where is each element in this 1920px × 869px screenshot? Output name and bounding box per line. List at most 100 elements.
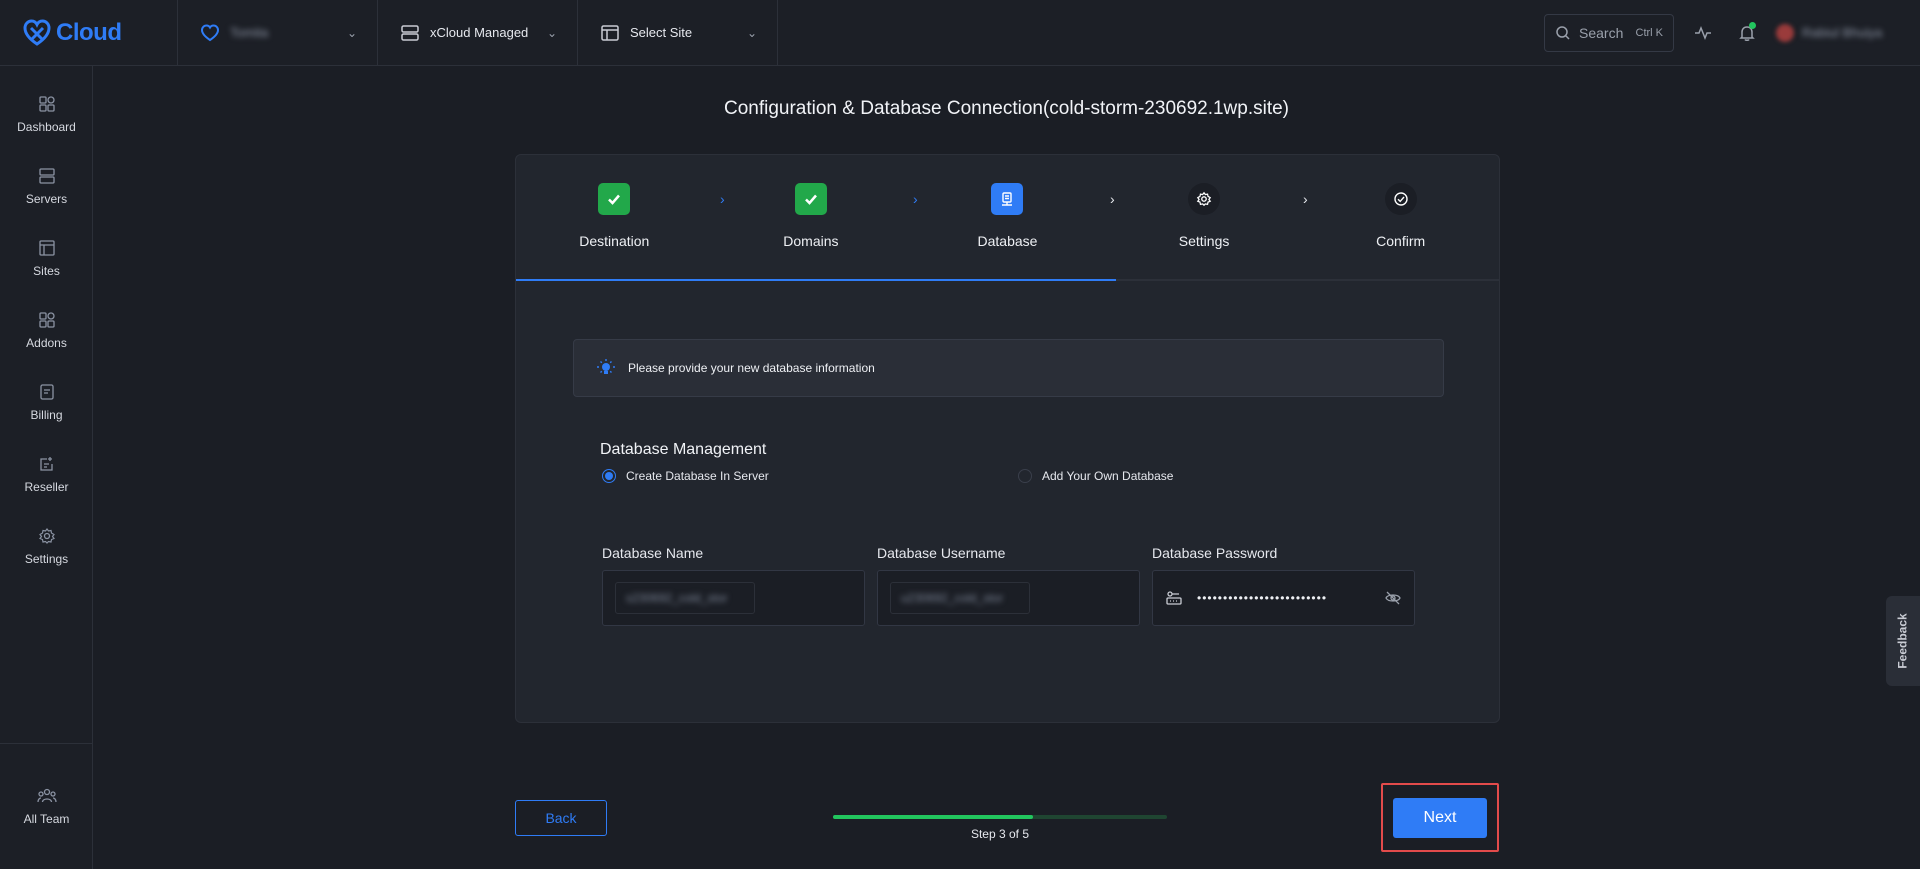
sidebar-item-label: Servers — [25, 191, 68, 206]
notifications-button[interactable] — [1732, 18, 1762, 48]
page-title: Configuration & Database Connection(cold… — [723, 98, 1290, 119]
reseller-icon — [39, 456, 53, 471]
step-settings[interactable]: Settings — [1106, 155, 1303, 279]
chevron-right-icon: › — [1110, 191, 1115, 207]
stepper-progress-line — [516, 279, 1116, 281]
gear-icon — [1188, 183, 1221, 215]
input-value: s230692_cold_stor — [626, 591, 728, 605]
step-database[interactable]: Database — [909, 155, 1106, 279]
chevron-right-icon: › — [1303, 191, 1308, 207]
info-alert: Please provide your new database informa… — [573, 339, 1444, 397]
sidebar-item-label: Reseller — [24, 479, 69, 494]
next-button[interactable]: Next — [1393, 797, 1487, 838]
step-label: Database — [977, 233, 1038, 249]
back-button[interactable]: Back — [515, 800, 607, 836]
search-label: Search — [1579, 24, 1624, 41]
input-value-container: u230692_cold_stor — [890, 582, 1030, 614]
top-bar: Cloud Tomita ⌄ xCloud Managed ⌄ Select S… — [0, 0, 1920, 66]
database-password-input[interactable]: ••••••••••••••••••••••••• — [1152, 570, 1415, 626]
input-value-container: s230692_cold_stor — [615, 582, 755, 614]
sidebar-item-reseller[interactable]: Reseller — [0, 438, 93, 510]
wizard-footer: Back Step 3 of 5 Next — [515, 783, 1500, 852]
site-name: Select Site — [630, 25, 693, 40]
billing-icon — [39, 383, 54, 400]
sidebar-item-dashboard[interactable]: Dashboard — [0, 78, 93, 150]
radio-button-selected[interactable] — [602, 469, 616, 483]
notification-dot — [1749, 21, 1756, 29]
stepper: Destination Domains Database Settings Co… — [516, 155, 1499, 281]
step-destination[interactable]: Destination — [516, 155, 713, 279]
sidebar-item-servers[interactable]: Servers — [0, 150, 93, 222]
radio-label: Create Database In Server — [626, 469, 769, 483]
sidebar-bottom: All Team — [0, 743, 93, 869]
password-generator-icon[interactable] — [1165, 589, 1183, 607]
avatar — [1776, 23, 1794, 42]
search-shortcut: Ctrl K — [1635, 26, 1664, 39]
wizard-card: Destination Domains Database Settings Co… — [515, 154, 1500, 723]
sidebar-item-settings[interactable]: Settings — [0, 510, 93, 582]
feedback-tab[interactable]: Feedback — [1886, 596, 1920, 686]
logo[interactable]: Cloud — [0, 0, 178, 66]
server-icon — [38, 167, 55, 184]
eye-off-icon[interactable] — [1384, 589, 1402, 607]
step-label: Domains — [783, 233, 839, 249]
dashboard-icon — [38, 95, 55, 112]
password-value: ••••••••••••••••••••••••• — [1197, 591, 1328, 605]
team-name: Tomita — [230, 25, 269, 40]
field-label: Database Password — [1152, 545, 1278, 561]
field-label: Database Username — [877, 545, 1006, 561]
radio-create-database[interactable]: Create Database In Server — [602, 469, 769, 483]
search-button[interactable]: Search Ctrl K — [1544, 13, 1674, 52]
database-password-field: Database Password ••••••••••••••••••••••… — [1152, 545, 1415, 626]
team-selector[interactable]: Tomita ⌄ — [178, 0, 378, 66]
sidebar-item-label: All Team — [23, 812, 70, 826]
step-confirm[interactable]: Confirm — [1302, 155, 1499, 279]
sidebar: Dashboard Servers Sites Addons Billing R… — [0, 66, 93, 869]
field-label: Database Name — [602, 545, 704, 561]
database-name-field: Database Name s230692_cold_stor — [602, 545, 865, 626]
db-management-title: Database Management — [600, 441, 767, 458]
radio-button[interactable] — [1018, 469, 1032, 483]
sidebar-item-label: Addons — [26, 335, 67, 350]
user-name: Rabiul Bhuiya — [1802, 25, 1883, 40]
step-progress-fill — [833, 815, 1034, 819]
check-circle-icon — [1384, 183, 1417, 215]
database-name-input[interactable]: s230692_cold_stor — [602, 570, 865, 626]
sidebar-item-billing[interactable]: Billing — [0, 366, 93, 438]
server-icon — [400, 23, 420, 43]
chevron-down-icon: ⌄ — [346, 25, 357, 40]
activity-button[interactable] — [1688, 18, 1718, 48]
site-icon — [600, 23, 620, 43]
search-icon — [1556, 25, 1570, 40]
next-button-highlight: Next — [1381, 783, 1499, 852]
site-selector[interactable]: Select Site ⌄ — [578, 0, 778, 66]
step-label: Confirm — [1376, 233, 1426, 249]
sidebar-item-label: Dashboard — [17, 119, 76, 134]
lightbulb-icon — [597, 359, 615, 374]
radio-own-database[interactable]: Add Your Own Database — [1018, 469, 1173, 483]
sidebar-item-label: Sites — [33, 263, 60, 278]
feedback-label: Feedback — [1896, 613, 1911, 669]
step-progress-text: Step 3 of 5 — [970, 827, 1030, 841]
team-icon — [200, 23, 220, 43]
step-domains[interactable]: Domains — [713, 155, 910, 279]
sidebar-item-all-team[interactable]: All Team — [0, 771, 93, 843]
user-menu[interactable]: Rabiul Bhuiya — [1776, 18, 1896, 48]
sidebar-item-label: Billing — [30, 407, 63, 422]
step-label: Destination — [579, 233, 650, 249]
sites-icon — [38, 239, 55, 256]
chevron-right-icon: › — [913, 191, 918, 207]
check-icon — [598, 183, 631, 215]
gear-icon — [38, 527, 55, 544]
chevron-right-icon: › — [720, 191, 725, 207]
main-content: Configuration & Database Connection(cold… — [93, 66, 1920, 869]
sidebar-item-sites[interactable]: Sites — [0, 222, 93, 294]
xcloud-logo-icon — [23, 18, 51, 46]
database-username-input[interactable]: u230692_cold_stor — [877, 570, 1140, 626]
sidebar-item-addons[interactable]: Addons — [0, 294, 93, 366]
database-username-field: Database Username u230692_cold_stor — [877, 545, 1140, 626]
radio-label: Add Your Own Database — [1042, 469, 1174, 483]
activity-icon — [1695, 25, 1711, 40]
server-selector[interactable]: xCloud Managed ⌄ — [378, 0, 578, 66]
step-progress-bar — [833, 815, 1167, 819]
